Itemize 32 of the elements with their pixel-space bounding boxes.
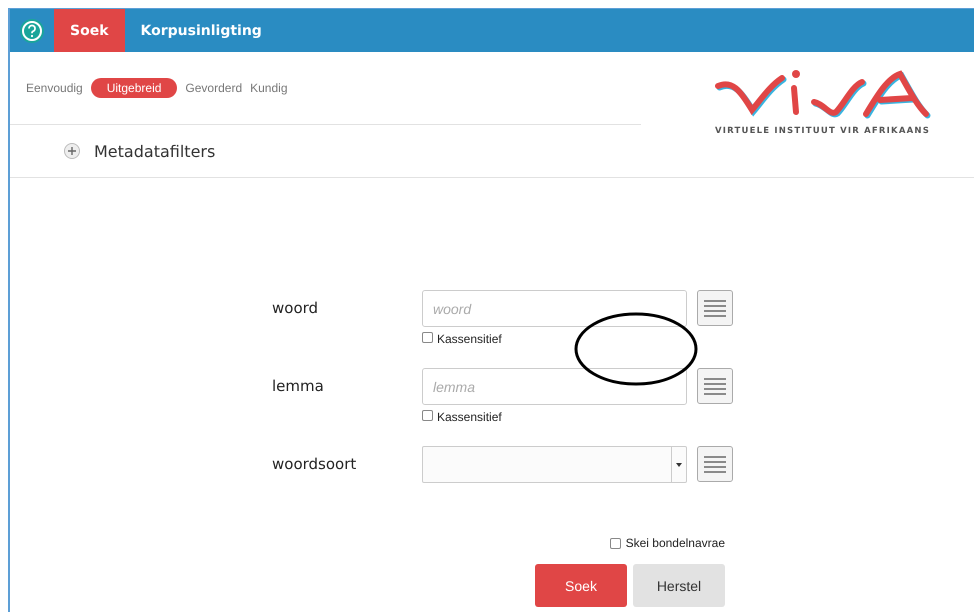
checkbox-label: Kassensitief (437, 410, 502, 424)
list-icon (704, 455, 726, 473)
search-button[interactable]: Soek (535, 564, 627, 607)
list-button[interactable] (697, 368, 733, 404)
checkbox-label: Kassensitief (437, 332, 502, 346)
checkbox[interactable] (610, 538, 621, 548)
checkbox-label: Skei bondelnavrae (626, 536, 725, 550)
checkbox[interactable] (422, 332, 433, 343)
list-icon (704, 299, 726, 317)
field-label: woordsoort (272, 454, 358, 475)
mode-tab[interactable]: Kundig (250, 78, 288, 98)
list-icon (704, 377, 726, 395)
mode-tab[interactable]: Eenvoudig (26, 78, 83, 98)
plus-icon (68, 147, 76, 155)
help-icon[interactable] (19, 18, 45, 44)
metadata-filters-label: Metadatafilters (94, 142, 216, 160)
nav-tab[interactable]: Soek (54, 9, 125, 52)
mode-tab[interactable]: Gevorderd (185, 78, 242, 98)
field-label: lemma (272, 376, 325, 397)
list-button[interactable] (697, 290, 733, 326)
list-button[interactable] (697, 446, 733, 482)
dropdown-field[interactable] (422, 446, 687, 483)
reset-button[interactable]: Herstel (633, 564, 725, 607)
caret-icon (676, 462, 682, 466)
mode-tab[interactable]: Uitgebreid (90, 78, 178, 98)
input-field[interactable]: woord (422, 290, 687, 327)
field-label: woord (272, 298, 320, 319)
expand-button[interactable] (64, 143, 80, 159)
logo-subtitle: VIRTUELE INSTITUUT VIR AFRIKAANS (714, 126, 930, 136)
nav-tab[interactable]: Korpusinligting (124, 9, 278, 52)
input-field[interactable]: lemma (422, 368, 687, 405)
checkbox[interactable] (422, 410, 433, 421)
